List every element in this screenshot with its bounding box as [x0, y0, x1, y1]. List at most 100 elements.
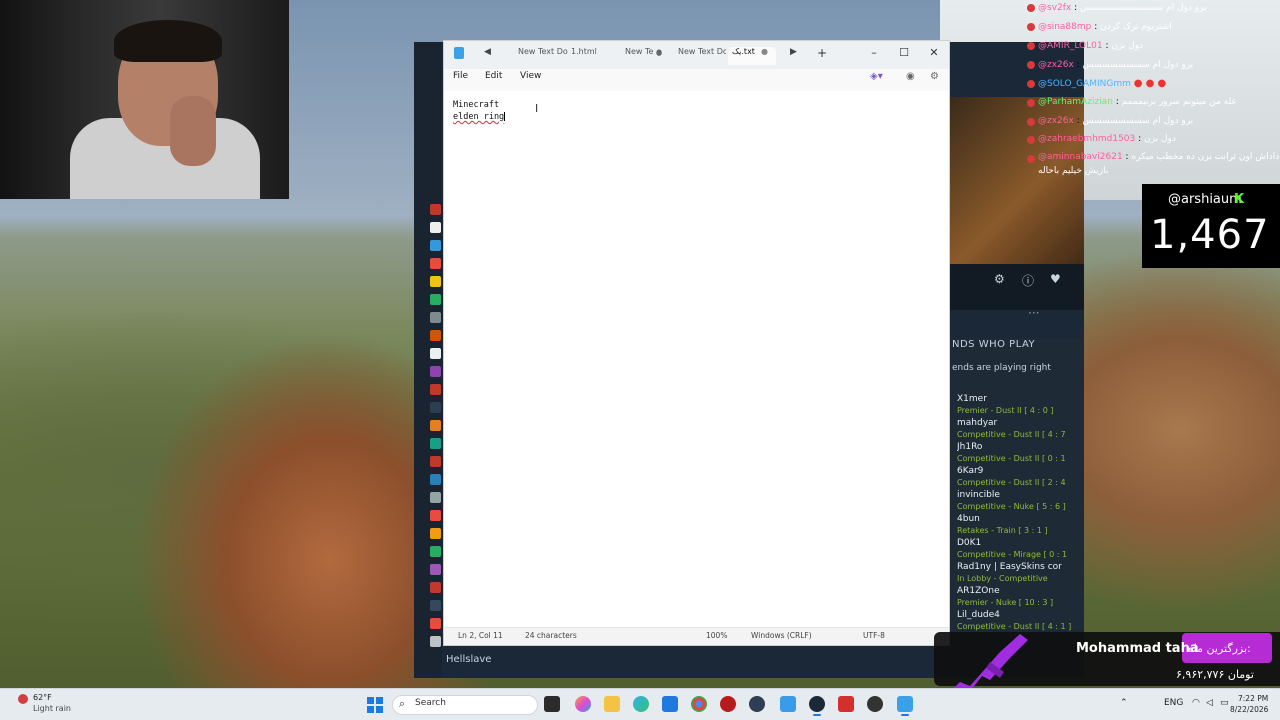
game-icon[interactable]	[430, 384, 441, 395]
weather-temperature[interactable]: 62°F	[33, 693, 52, 702]
tab-new-text-doc-2[interactable]: New Text Do	[678, 47, 726, 65]
game-icon[interactable]	[430, 402, 441, 413]
chat-message: @zx26x : برو دول ام سسسسسسسس	[1038, 116, 1194, 126]
game-icon[interactable]	[430, 636, 441, 647]
obs-icon[interactable]	[749, 696, 765, 712]
notepad-titlebar: ◀ New Text Do 1.html ● New Te ● New Text…	[444, 41, 949, 69]
game-icon[interactable]	[430, 366, 441, 377]
app-icon[interactable]	[720, 696, 736, 712]
tab-new-te[interactable]: New Te	[625, 47, 655, 65]
file-explorer-icon[interactable]	[604, 696, 620, 712]
game-icon[interactable]	[430, 618, 441, 629]
language-indicator[interactable]: ENG	[1164, 698, 1183, 708]
clock-time[interactable]: 7:22 PM	[1238, 694, 1268, 703]
tray-overflow-icon[interactable]: ⌃	[1120, 698, 1128, 708]
task-view-icon[interactable]	[544, 696, 560, 712]
tab-scroll-left-icon[interactable]: ◀	[484, 47, 491, 57]
friend-item[interactable]: 4bun Retakes - Train [ 3 : 1 ]	[957, 513, 1081, 537]
app-icon[interactable]	[867, 696, 883, 712]
copilot-icon[interactable]: ◈▾	[870, 71, 883, 82]
chat-badge-icon	[1027, 155, 1035, 163]
menu-file[interactable]: File	[453, 71, 468, 81]
chrome-icon[interactable]	[691, 696, 707, 712]
close-icon[interactable]: ✕	[922, 44, 946, 62]
friend-item[interactable]: Jh1Ro Competitive - Dust II [ 0 : 1	[957, 441, 1081, 465]
more-icon[interactable]: ···	[1028, 306, 1039, 320]
zoom-level[interactable]: 100%	[706, 631, 727, 640]
game-icon[interactable]	[430, 582, 441, 593]
info-icon[interactable]: ⓘ	[1022, 272, 1034, 289]
game-icon[interactable]	[430, 564, 441, 575]
chat-message: بازیش خیلیم باحاله	[1038, 166, 1108, 176]
notepad-taskbar-icon[interactable]	[897, 696, 913, 716]
tab-scroll-right-icon[interactable]: ▶	[790, 47, 797, 57]
game-icon[interactable]	[430, 276, 441, 287]
copilot-taskbar-icon[interactable]	[575, 696, 591, 712]
encoding[interactable]: UTF-8	[863, 631, 885, 640]
weather-description[interactable]: Light rain	[33, 704, 71, 713]
menu-edit[interactable]: Edit	[485, 71, 502, 81]
friend-name: X1mer	[957, 394, 987, 404]
heart-icon[interactable]: ♥	[1050, 272, 1061, 286]
game-icon[interactable]	[430, 294, 441, 305]
friend-name: AR1ZOne	[957, 586, 1000, 596]
maximize-icon[interactable]: ☐	[892, 44, 916, 62]
wifi-icon[interactable]: ◠	[1192, 698, 1200, 708]
search-box[interactable]	[392, 695, 538, 715]
friend-item[interactable]: mahdyar Competitive - Dust II [ 4 : 7	[957, 417, 1081, 441]
chat-user: @zx26x	[1038, 60, 1074, 70]
game-icon[interactable]	[430, 474, 441, 485]
chat-message: @AMIR_LOL01 : دول بزن	[1038, 41, 1144, 51]
notepad-app-icon	[454, 47, 464, 59]
start-button[interactable]	[367, 697, 383, 713]
tab-active-txt[interactable]: یک.txt ●	[728, 47, 776, 65]
gear-icon[interactable]: ⚙	[994, 272, 1005, 286]
game-icon[interactable]	[430, 546, 441, 557]
game-icon[interactable]	[430, 222, 441, 233]
volume-icon[interactable]: ◁	[1206, 698, 1213, 708]
friend-item[interactable]: D0K1 Competitive - Mirage [ 0 : 1	[957, 537, 1081, 561]
game-icon[interactable]	[430, 312, 441, 323]
game-icon[interactable]	[430, 348, 441, 359]
account-icon[interactable]: ◉	[906, 71, 915, 82]
chat-badge-icon	[1027, 42, 1035, 50]
game-icon[interactable]	[430, 240, 441, 251]
game-icon[interactable]	[430, 528, 441, 539]
text-editor[interactable]: Minecraft elden ring	[444, 91, 949, 627]
weather-icon[interactable]	[18, 694, 28, 704]
game-icon[interactable]	[430, 258, 441, 269]
clock-date[interactable]: 8/22/2026	[1230, 705, 1268, 714]
game-icon[interactable]	[430, 420, 441, 431]
edge-icon[interactable]	[633, 696, 649, 712]
settings-gear-icon[interactable]: ⚙	[930, 71, 939, 82]
game-icon[interactable]	[430, 438, 441, 449]
game-icon[interactable]	[430, 204, 441, 215]
friend-item[interactable]: invincible Competitive - Nuke [ 5 : 6 ]	[957, 489, 1081, 513]
modified-dot-icon[interactable]: ●	[761, 47, 768, 56]
line-ending[interactable]: Windows (CRLF)	[751, 631, 812, 640]
store-icon[interactable]	[662, 696, 678, 712]
game-icon[interactable]	[430, 492, 441, 503]
menu-view[interactable]: View	[520, 71, 541, 81]
game-icon[interactable]	[430, 600, 441, 611]
tab-new-text-doc-1[interactable]: New Text Do	[518, 47, 568, 65]
friend-status: Premier - Dust II [ 4 : 0 ]	[957, 406, 1054, 415]
friend-item[interactable]: 6Kar9 Competitive - Dust II [ 2 : 4	[957, 465, 1081, 489]
chat-text: برو دول ام سسسسسسسس	[1082, 116, 1194, 126]
channel-username: @arshiaum	[1168, 192, 1242, 207]
game-icon[interactable]	[430, 456, 441, 467]
game-icon[interactable]	[430, 330, 441, 341]
app-icon[interactable]	[780, 696, 796, 712]
steam-game-label[interactable]: Hellslave	[446, 654, 491, 665]
new-tab-button[interactable]: +	[810, 44, 834, 62]
battery-icon[interactable]: ▭	[1220, 698, 1229, 708]
steam-bottom-bar	[443, 646, 950, 676]
friend-item[interactable]: Rad1ny | EasySkins cor In Lobby - Competi…	[957, 561, 1081, 585]
tab-html[interactable]: 1.html	[571, 47, 621, 65]
steam-icon[interactable]	[809, 696, 825, 716]
friend-item[interactable]: AR1ZOne Premier - Nuke [ 10 : 3 ]	[957, 585, 1081, 609]
friend-item[interactable]: X1mer Premier - Dust II [ 4 : 0 ]	[957, 393, 1081, 417]
minimize-icon[interactable]: –	[862, 44, 886, 62]
app-icon[interactable]	[838, 696, 854, 712]
game-icon[interactable]	[430, 510, 441, 521]
